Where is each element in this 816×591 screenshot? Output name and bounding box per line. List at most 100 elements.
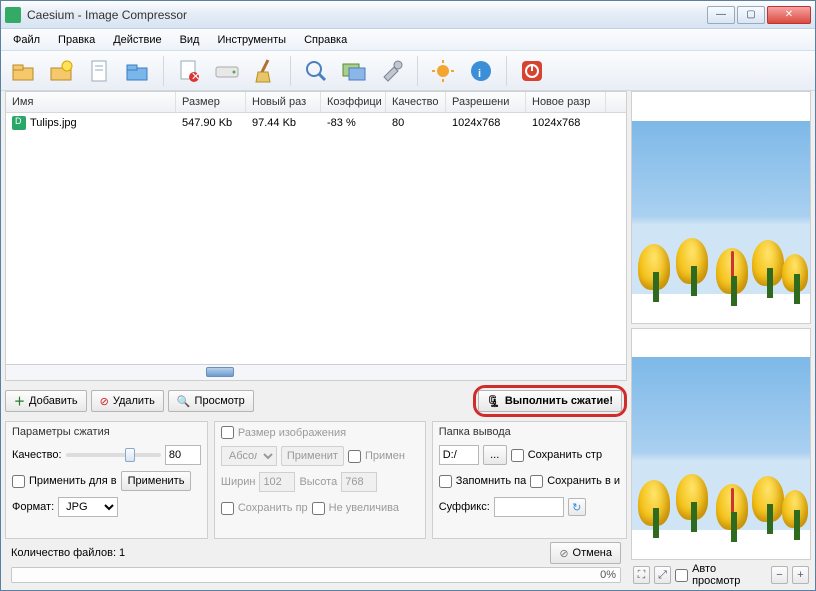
- sun-icon[interactable]: [426, 54, 460, 88]
- document-icon[interactable]: [83, 54, 117, 88]
- col-newsize[interactable]: Новый раз: [246, 92, 321, 112]
- cell-ratio: -83 %: [321, 115, 386, 131]
- col-quality[interactable]: Качество: [386, 92, 446, 112]
- height-input: [341, 472, 377, 492]
- no-enlarge-checkbox: [312, 502, 325, 515]
- minimize-button[interactable]: —: [707, 6, 735, 24]
- new-project-icon[interactable]: [45, 54, 79, 88]
- preview-compressed: [631, 328, 811, 561]
- drive-icon[interactable]: [210, 54, 244, 88]
- auto-preview-label: Авто просмотр: [692, 563, 763, 587]
- remember-path-label: Запомнить па: [456, 475, 527, 487]
- zoom-out-button[interactable]: −: [771, 566, 788, 584]
- fit-window-button[interactable]: ⛶: [633, 566, 650, 584]
- format-label: Формат:: [12, 501, 54, 513]
- titlebar[interactable]: Caesium - Image Compressor — ▢ ✕: [1, 1, 815, 29]
- preview-original: [631, 91, 811, 324]
- horizontal-scrollbar[interactable]: [5, 365, 627, 381]
- save-in-label: Сохранить в и: [547, 475, 620, 487]
- save-in-checkbox[interactable]: [530, 475, 543, 488]
- zoom-in-button[interactable]: +: [792, 566, 809, 584]
- svg-text:i: i: [478, 68, 481, 80]
- apply-button[interactable]: Применить: [121, 471, 192, 491]
- app-icon: [5, 7, 21, 23]
- suffix-reset-button[interactable]: ↻: [568, 498, 586, 516]
- plus-icon: ＋: [14, 393, 25, 409]
- resize-title: Размер изображения: [238, 427, 346, 439]
- power-icon[interactable]: [515, 54, 549, 88]
- expand-icon: ⤢: [658, 569, 667, 582]
- save-folder-icon[interactable]: [121, 54, 155, 88]
- output-title: Папка вывода: [439, 426, 620, 438]
- cell-newresolution: 1024x768: [526, 115, 606, 131]
- col-name[interactable]: Имя: [6, 92, 176, 112]
- page-delete-icon[interactable]: ✕: [172, 54, 206, 88]
- cancel-button[interactable]: ⊘Отмена: [550, 542, 621, 564]
- file-type-icon: [12, 116, 26, 130]
- table-header: Имя Размер Новый раз Коэффици Качество Р…: [6, 92, 626, 113]
- file-table: Имя Размер Новый раз Коэффици Качество Р…: [5, 91, 627, 365]
- col-resolution[interactable]: Разрешени: [446, 92, 526, 112]
- cancel-icon: ⊘: [559, 547, 568, 560]
- toolbar-separator: [506, 56, 507, 86]
- actual-size-button[interactable]: ⤢: [654, 566, 671, 584]
- output-path-input[interactable]: [439, 445, 479, 465]
- menu-file[interactable]: Файл: [5, 32, 48, 48]
- cell-resolution: 1024x768: [446, 115, 526, 131]
- col-ratio[interactable]: Коэффици: [321, 92, 386, 112]
- tools-icon[interactable]: [375, 54, 409, 88]
- maximize-button[interactable]: ▢: [737, 6, 765, 24]
- compression-title: Параметры сжатия: [12, 426, 201, 438]
- menu-edit[interactable]: Правка: [50, 32, 103, 48]
- col-size[interactable]: Размер: [176, 92, 246, 112]
- resize-apply-button: Применит: [281, 446, 344, 466]
- compress-highlight: 🗜Выполнить сжатие!: [473, 385, 627, 417]
- menu-view[interactable]: Вид: [172, 32, 208, 48]
- format-select[interactable]: JPG: [58, 497, 118, 517]
- resize-mode-select: Абсолн: [221, 446, 277, 466]
- add-button[interactable]: ＋Добавить: [5, 390, 87, 412]
- height-label: Высота: [299, 476, 337, 488]
- cell-newsize: 97.44 Kb: [246, 115, 321, 131]
- magnifier-icon: 🔍: [177, 395, 191, 408]
- suffix-input[interactable]: [494, 497, 564, 517]
- keep-structure-checkbox[interactable]: [511, 449, 524, 462]
- toolbar-separator: [417, 56, 418, 86]
- resize-panel: Размер изображения Абсолн Применит Приме…: [214, 421, 426, 539]
- remove-button[interactable]: ⊘Удалить: [91, 390, 164, 412]
- output-panel: Папка вывода ... Сохранить стр Запомнить…: [432, 421, 627, 539]
- broom-icon[interactable]: [248, 54, 282, 88]
- quality-input[interactable]: [165, 445, 201, 465]
- apply-all-checkbox[interactable]: [12, 475, 25, 488]
- col-newresolution[interactable]: Новое разр: [526, 92, 606, 112]
- quality-label: Качество:: [12, 449, 62, 461]
- window-title: Caesium - Image Compressor: [27, 8, 707, 22]
- menu-help[interactable]: Справка: [296, 32, 355, 48]
- toolbar: ✕ i: [1, 51, 815, 91]
- cell-quality: 80: [386, 115, 446, 131]
- refresh-icon: ↻: [572, 501, 581, 514]
- magnifier-icon[interactable]: [299, 54, 333, 88]
- browse-button[interactable]: ...: [483, 445, 507, 465]
- compress-button[interactable]: 🗜Выполнить сжатие!: [478, 390, 622, 412]
- info-icon[interactable]: i: [464, 54, 498, 88]
- remember-path-checkbox[interactable]: [439, 475, 452, 488]
- table-row[interactable]: Tulips.jpg 547.90 Kb 97.44 Kb -83 % 80 1…: [6, 113, 626, 133]
- resize-apply-label: Примен: [365, 450, 405, 462]
- keep-ratio-label: Сохранить пр: [238, 502, 308, 514]
- keep-structure-label: Сохранить стр: [528, 449, 602, 461]
- close-button[interactable]: ✕: [767, 6, 811, 24]
- preview-button[interactable]: 🔍Просмотр: [168, 390, 254, 412]
- images-icon[interactable]: [337, 54, 371, 88]
- forbidden-icon: ⊘: [100, 395, 109, 408]
- open-folder-icon[interactable]: [7, 54, 41, 88]
- quality-slider[interactable]: [66, 453, 161, 457]
- compress-icon: 🗜: [487, 395, 501, 408]
- keep-ratio-checkbox: [221, 502, 234, 515]
- resize-enable-checkbox[interactable]: [221, 426, 234, 439]
- menu-tools[interactable]: Инструменты: [209, 32, 294, 48]
- app-window: Caesium - Image Compressor — ▢ ✕ Файл Пр…: [0, 0, 816, 591]
- auto-preview-checkbox[interactable]: [675, 569, 688, 582]
- preview-controls: ⛶ ⤢ Авто просмотр − +: [631, 564, 811, 586]
- menu-action[interactable]: Действие: [105, 32, 169, 48]
